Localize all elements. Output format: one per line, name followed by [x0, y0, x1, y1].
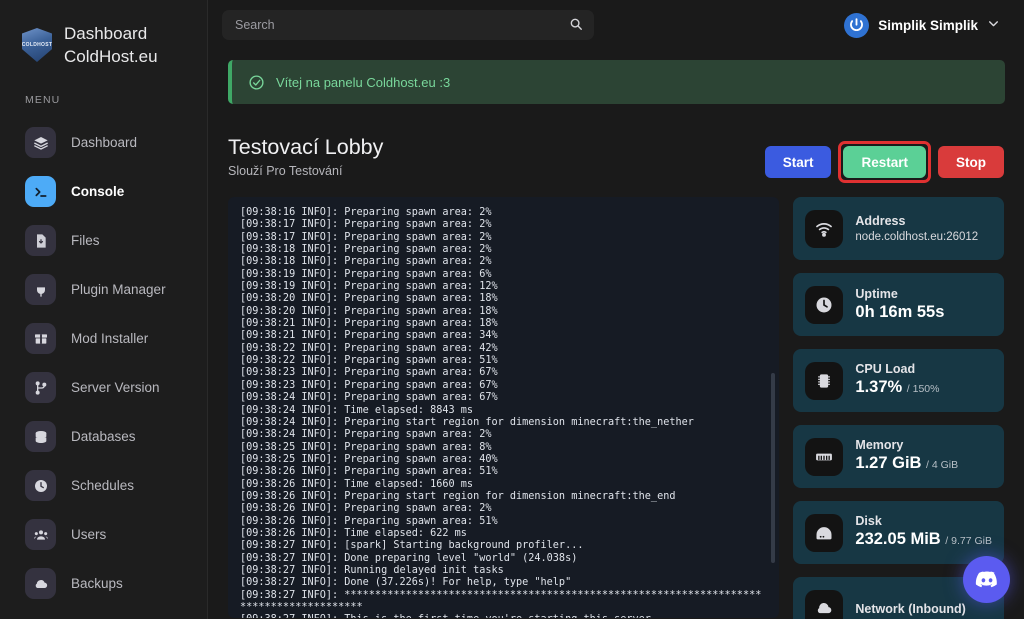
stat-value-main: 1.37% — [855, 378, 903, 396]
sidebar-item-label: Server Version — [71, 380, 160, 395]
sidebar-item-dashboard[interactable]: Dashboard — [0, 118, 207, 167]
sidebar-item-label: Console — [71, 184, 125, 199]
coldhost-logo-icon: COLDHOST — [22, 28, 52, 62]
search-icon[interactable] — [569, 17, 583, 36]
stat-value-sub: / 4 GiB — [926, 459, 959, 471]
logo-text: COLDHOST — [21, 42, 53, 48]
user-menu[interactable]: Simplik Simplik — [844, 12, 1000, 38]
discord-fab-button[interactable] — [963, 556, 1010, 603]
chevron-down-icon[interactable] — [987, 17, 1000, 33]
main-area: Simplik Simplik Vítej na panelu Coldhost… — [208, 0, 1024, 619]
server-header: Testovací Lobby Slouží Pro Testování Sta… — [208, 104, 1024, 183]
sidebar-item-label: Users — [71, 527, 107, 542]
hdd-icon — [805, 513, 844, 552]
stat-card-disk: Disk 232.05 MiB / 9.77 GiB — [793, 501, 1004, 564]
stat-card-memory: Memory 1.27 GiB / 4 GiB — [793, 425, 1004, 488]
sidebar-item-label: Files — [71, 233, 100, 248]
sidebar-item-label: Mod Installer — [71, 331, 149, 346]
topbar: Simplik Simplik — [208, 0, 1024, 50]
cpu-icon — [805, 361, 844, 400]
sidebar-item-server-version[interactable]: Server Version — [0, 363, 207, 412]
sidebar-nav: Dashboard Console Files Plugin Manager M… — [0, 118, 207, 608]
console-scrollbar[interactable] — [771, 373, 776, 563]
clock-icon — [805, 285, 844, 324]
banner-text: Vítej na panelu Coldhost.eu :3 — [276, 74, 451, 90]
search-input[interactable] — [222, 10, 594, 40]
sidebar-item-schedules[interactable]: Schedules — [0, 461, 207, 510]
clock-icon — [25, 470, 56, 501]
terminal-icon — [25, 176, 56, 207]
stat-label: Disk — [855, 514, 882, 528]
page-title: Testovací Lobby — [228, 135, 384, 159]
cloud-icon — [25, 568, 56, 599]
sidebar-item-users[interactable]: Users — [0, 510, 207, 559]
sidebar-item-label: Dashboard — [71, 135, 138, 150]
stats-panel: Address node.coldhost.eu:26012 Uptime 0h… — [793, 197, 1004, 619]
stat-card-uptime: Uptime 0h 16m 55s — [793, 273, 1004, 336]
app-root: COLDHOST Dashboard ColdHost.eu MENU Dash… — [0, 0, 1024, 619]
sidebar: COLDHOST Dashboard ColdHost.eu MENU Dash… — [0, 0, 208, 619]
sidebar-section-label: MENU — [25, 94, 61, 106]
branch-icon — [25, 372, 56, 403]
database-icon — [25, 421, 56, 452]
stat-value-main: 232.05 MiB — [855, 530, 941, 548]
avatar — [844, 12, 870, 38]
power-button-group: Start Restart Stop — [764, 134, 1004, 183]
sidebar-item-databases[interactable]: Databases — [0, 412, 207, 461]
page-subtitle: Slouží Pro Testování — [228, 164, 343, 178]
check-circle-icon — [248, 74, 265, 91]
stop-button[interactable]: Stop — [938, 146, 1004, 178]
stat-value-sub: / 9.77 GiB — [945, 535, 992, 547]
welcome-banner: Vítej na panelu Coldhost.eu :3 — [228, 60, 1005, 104]
sidebar-item-label: Plugin Manager — [71, 282, 166, 297]
brand[interactable]: COLDHOST Dashboard ColdHost.eu — [0, 0, 207, 68]
restart-button[interactable]: Restart — [843, 146, 926, 178]
stat-value: node.coldhost.eu:26012 — [855, 230, 979, 243]
stat-value: 1.37% / 150% — [855, 377, 939, 400]
file-download-icon — [25, 225, 56, 256]
stat-label: Memory — [855, 438, 904, 452]
search-wrapper — [222, 10, 594, 40]
stat-value: 0h 16m 55s — [855, 303, 945, 321]
sidebar-item-mod-installer[interactable]: Mod Installer — [0, 314, 207, 363]
discord-icon — [974, 567, 1000, 593]
stat-card-address: Address node.coldhost.eu:26012 — [793, 197, 1004, 260]
brand-line-1: Dashboard — [64, 24, 148, 43]
brand-line-2: ColdHost.eu — [64, 47, 158, 66]
ram-icon — [805, 437, 844, 476]
sidebar-item-label: Databases — [71, 429, 136, 444]
sidebar-item-label: Schedules — [71, 478, 135, 493]
stat-label: Network (Inbound) — [855, 601, 966, 616]
sidebar-item-backups[interactable]: Backups — [0, 559, 207, 608]
users-icon — [25, 519, 56, 550]
user-name: Simplik Simplik — [878, 17, 978, 33]
stat-label: CPU Load — [855, 362, 916, 376]
layers-icon — [25, 127, 56, 158]
stat-label: Uptime — [855, 287, 898, 301]
content-area: [09:38:16 INFO]: Preparing spawn area: 2… — [208, 183, 1024, 619]
network-icon — [805, 589, 844, 619]
restart-button-highlight: Restart — [838, 141, 931, 183]
start-button[interactable]: Start — [764, 146, 832, 178]
stat-value: 232.05 MiB / 9.77 GiB — [855, 529, 992, 552]
stat-card-cpu-load: CPU Load 1.37% / 150% — [793, 349, 1004, 412]
wifi-icon — [805, 209, 844, 248]
sidebar-item-console[interactable]: Console — [0, 167, 207, 216]
sidebar-item-files[interactable]: Files — [0, 216, 207, 265]
sidebar-item-plugin-manager[interactable]: Plugin Manager — [0, 265, 207, 314]
stat-value-main: 1.27 GiB — [855, 454, 922, 472]
console-panel[interactable]: [09:38:16 INFO]: Preparing spawn area: 2… — [228, 197, 780, 618]
console-output: [09:38:16 INFO]: Preparing spawn area: 2… — [240, 207, 762, 618]
stat-label: Address — [855, 213, 906, 228]
box-icon — [25, 323, 56, 354]
sidebar-item-label: Backups — [71, 576, 123, 591]
stat-value: 1.27 GiB / 4 GiB — [855, 453, 958, 476]
plug-icon — [25, 274, 56, 305]
stat-value-sub: / 150% — [906, 383, 940, 395]
